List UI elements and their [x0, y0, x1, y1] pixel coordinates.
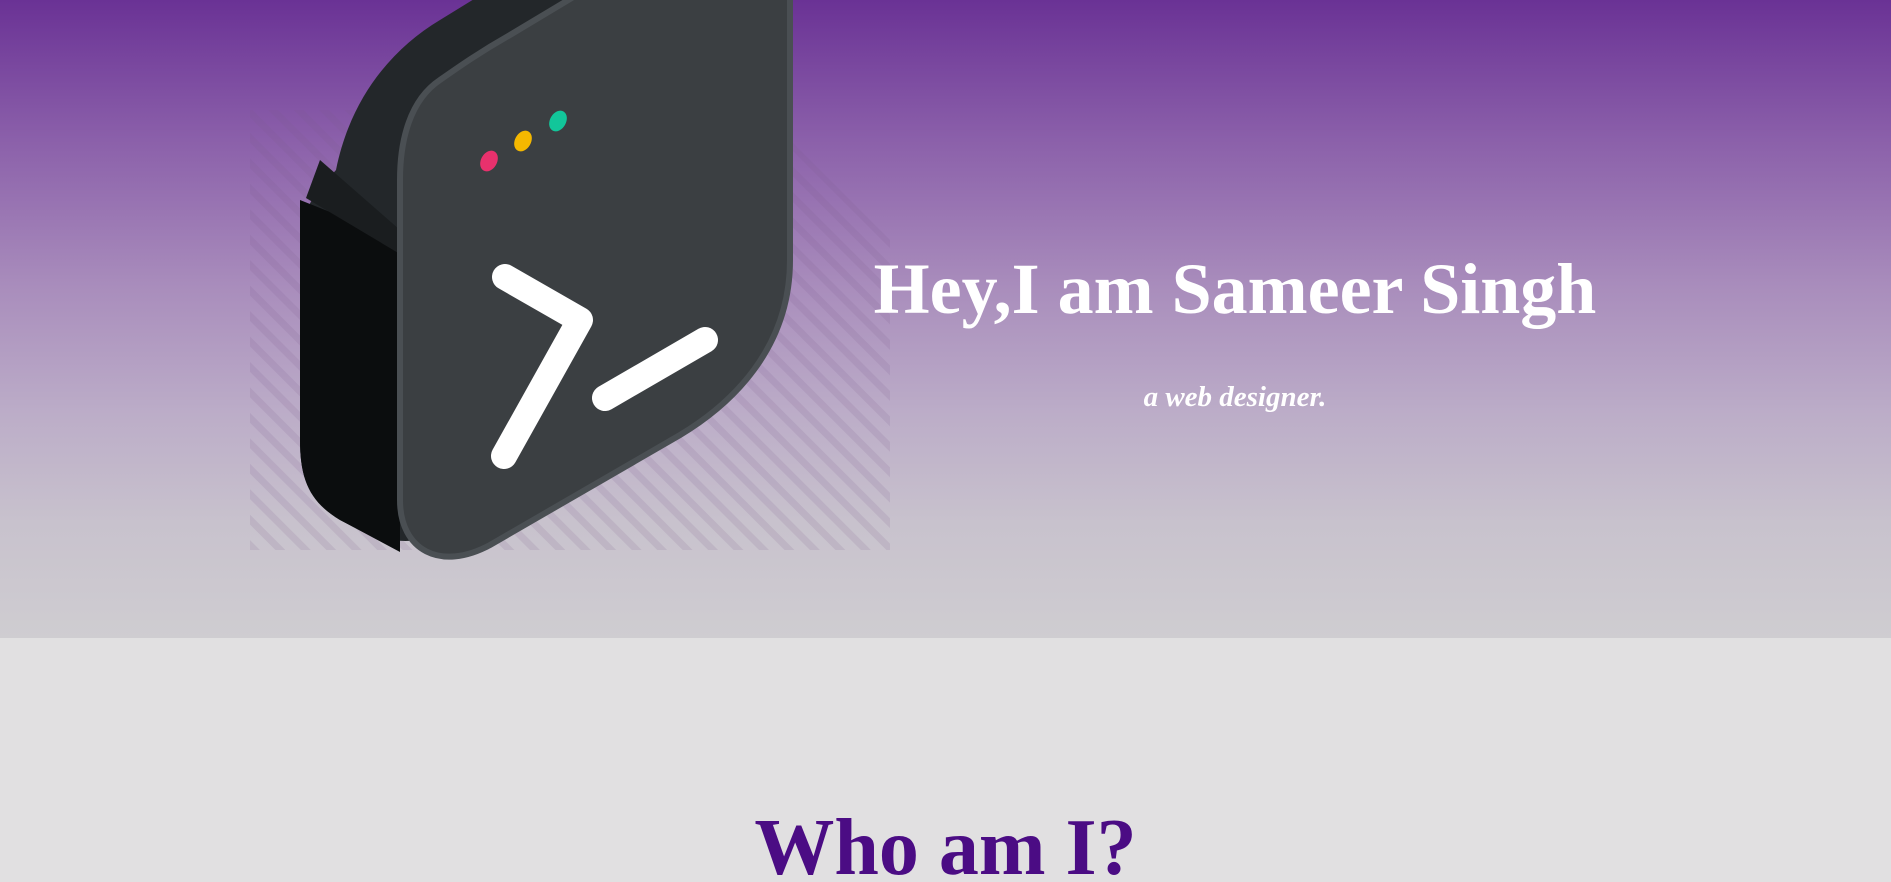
hero-title: Hey,I am Sameer Singh — [873, 249, 1597, 329]
about-title: Who am I? — [754, 804, 1137, 882]
about-section: Who am I? — [0, 638, 1891, 882]
hero-subtitle: a web designer. — [1143, 381, 1327, 414]
terminal-prompt-icon — [250, 0, 890, 560]
hero-section: Hey,I am Sameer Singh a web designer. — [0, 0, 1891, 638]
hero-text-block: Hey,I am Sameer Singh a web designer. — [820, 249, 1650, 414]
